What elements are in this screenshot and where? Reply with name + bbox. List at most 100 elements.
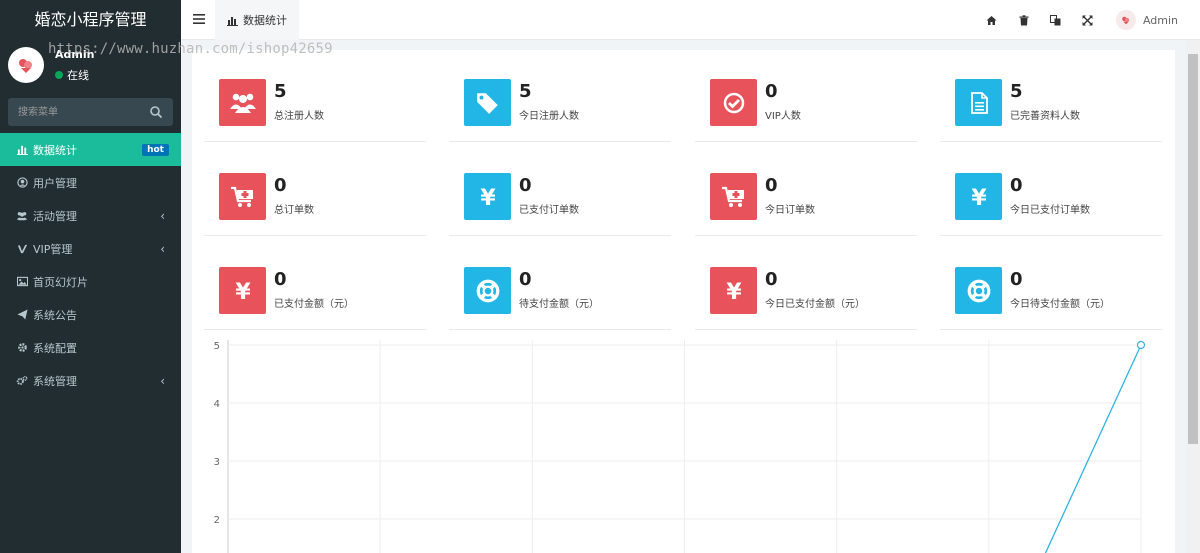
admin-menu[interactable]: Admin	[1104, 10, 1200, 30]
chart-series-line	[1044, 344, 1142, 553]
stat-card: ¥0 已支付订单数	[449, 144, 671, 236]
tab-dashboard[interactable]: 数据统计	[215, 0, 299, 40]
hot-badge: hot	[142, 144, 169, 156]
language-button[interactable]	[1040, 0, 1072, 40]
sidebar-item-label: 数据统计	[33, 143, 77, 157]
top-header: 数据统计 Admin	[181, 0, 1200, 40]
paper-plane-icon	[16, 309, 28, 321]
stat-label: 已支付订单数	[519, 205, 579, 216]
y-tick-label: 2	[214, 515, 220, 526]
online-dot-icon	[55, 71, 63, 79]
svg-text:¥: ¥	[971, 186, 987, 209]
stat-card: 5 今日注册人数	[449, 50, 671, 142]
sidebar-item[interactable]: 系统配置	[0, 331, 181, 364]
user-status-label: 在线	[67, 69, 89, 82]
stat-card: 0 今日订单数	[695, 144, 917, 236]
stat-value: 0	[519, 269, 532, 290]
stat-value: 5	[519, 81, 532, 102]
heart-logo-icon	[19, 59, 32, 73]
stat-label: 今日已支付金额（元）	[765, 299, 865, 310]
stat-card: 0 今日待支付金额（元）	[940, 238, 1162, 330]
stat-card: ¥0 已支付金额（元）	[204, 238, 426, 330]
menu-toggle-icon[interactable]	[192, 12, 206, 26]
avatar	[8, 47, 44, 83]
image-icon	[16, 276, 28, 288]
users-icon	[16, 210, 28, 222]
sidebar-item-label: 活动管理	[33, 209, 77, 223]
chart-data-point[interactable]	[1136, 340, 1146, 350]
stat-card: ¥0 今日已支付订单数	[940, 144, 1162, 236]
app-title: 婚恋小程序管理	[0, 0, 181, 40]
stat-value: 0	[765, 81, 778, 102]
translate-icon	[1050, 14, 1061, 25]
stat-label: 已完善资料人数	[1010, 111, 1080, 122]
stat-label: VIP人数	[765, 111, 801, 122]
vimeo-icon	[16, 243, 28, 255]
sidebar-item[interactable]: 活动管理 ‹	[0, 199, 181, 232]
chevron-left-icon: ‹	[160, 209, 165, 223]
stat-label: 今日注册人数	[519, 111, 579, 122]
sidebar-item-label: 用户管理	[33, 176, 77, 190]
trash-icon	[1019, 14, 1029, 25]
check-circle-icon	[710, 79, 757, 126]
stat-label: 总订单数	[274, 205, 314, 216]
stat-label: 总注册人数	[274, 111, 324, 122]
fullscreen-button[interactable]	[1072, 0, 1104, 40]
stat-card: 0 总订单数	[204, 144, 426, 236]
watermark-text: https://www.huzhan.com/ishop42659	[48, 41, 333, 57]
sidebar-item[interactable]: 首页幻灯片	[0, 265, 181, 298]
cart-plus-icon	[219, 173, 266, 220]
gear-icon	[16, 342, 28, 354]
y-tick-label: 5	[214, 341, 220, 352]
sidebar-item[interactable]: 用户管理	[0, 166, 181, 199]
home-button[interactable]	[976, 0, 1008, 40]
header-tools: Admin	[976, 0, 1200, 40]
stat-card: ¥0 今日已支付金额（元）	[695, 238, 917, 330]
user-circle-icon	[16, 177, 28, 189]
users-icon	[219, 79, 266, 126]
sidebar-item[interactable]: 系统公告	[0, 298, 181, 331]
stat-value: 0	[274, 269, 287, 290]
stat-card: 0 待支付金额（元）	[449, 238, 671, 330]
search-icon[interactable]	[149, 105, 163, 119]
scrollbar-thumb[interactable]	[1188, 54, 1198, 444]
yen-icon: ¥	[955, 173, 1002, 220]
chevron-left-icon: ‹	[160, 374, 165, 388]
stat-label: 今日待支付金额（元）	[1010, 299, 1110, 310]
heart-logo-icon	[1122, 16, 1130, 25]
dashboard-content: 5 4 3 2 5 总注册人数 5 今日注册人数 0 VIP人数 5 已完善资料人数 0 总订单数 ¥0 已…	[192, 50, 1175, 553]
bar-chart-icon	[227, 16, 238, 26]
sidebar-item-label: 系统公告	[33, 308, 77, 322]
svg-text:¥: ¥	[235, 280, 251, 303]
stat-label: 今日已支付订单数	[1010, 205, 1090, 216]
file-text-icon	[955, 79, 1002, 126]
sidebar-item[interactable]: 数据统计 hot	[0, 133, 181, 166]
stat-card: 5 已完善资料人数	[940, 50, 1162, 142]
sidebar-item[interactable]: VIP管理 ‹	[0, 232, 181, 265]
chevron-left-icon: ‹	[160, 242, 165, 256]
tab-label: 数据统计	[243, 14, 287, 27]
y-tick-label: 4	[214, 399, 220, 410]
svg-text:¥: ¥	[480, 186, 496, 209]
yen-icon: ¥	[219, 267, 266, 314]
stat-value: 0	[274, 175, 287, 196]
yen-icon: ¥	[464, 173, 511, 220]
tags-icon	[464, 79, 511, 126]
bar-chart-icon	[16, 144, 28, 156]
sidebar-item-label: 首页幻灯片	[33, 275, 88, 289]
line-chart: 5 4 3 2	[214, 340, 1146, 553]
sidebar-item[interactable]: 系统管理 ‹	[0, 364, 181, 397]
sidebar-item-label: VIP管理	[33, 242, 73, 256]
clear-cache-button[interactable]	[1008, 0, 1040, 40]
stat-label: 待支付金额（元）	[519, 299, 599, 310]
stat-value: 0	[1010, 269, 1023, 290]
stat-label: 今日订单数	[765, 205, 815, 216]
sidebar-item-label: 系统配置	[33, 341, 77, 355]
user-status: 在线	[55, 67, 89, 83]
yen-icon: ¥	[710, 267, 757, 314]
home-icon	[986, 15, 997, 25]
y-tick-label: 3	[214, 457, 220, 468]
stat-value: 0	[765, 269, 778, 290]
page-scrollbar[interactable]	[1186, 40, 1200, 553]
stat-value: 0	[519, 175, 532, 196]
